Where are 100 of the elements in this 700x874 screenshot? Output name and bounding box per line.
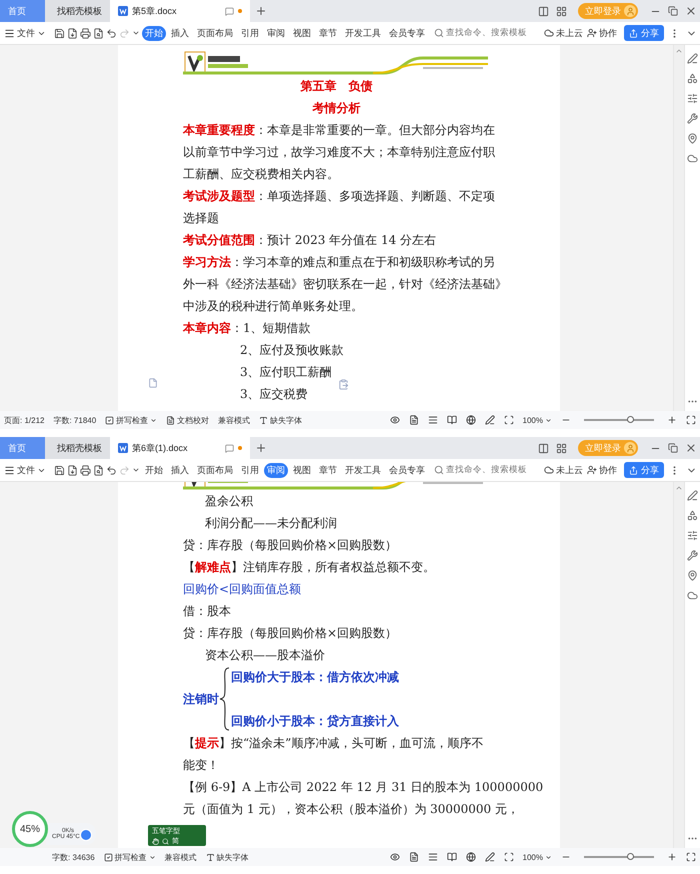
status-item[interactable]: 拼写检查 xyxy=(104,852,156,862)
cloud-button[interactable]: 未上云 xyxy=(544,464,583,476)
fullscreen-icon[interactable] xyxy=(686,852,696,862)
eye-icon[interactable] xyxy=(390,852,400,862)
print-icon[interactable] xyxy=(80,464,91,476)
ribbon-tab[interactable]: 开发工具 xyxy=(342,462,384,478)
new-tab-icon[interactable] xyxy=(255,442,267,454)
share-button[interactable]: 分享 xyxy=(624,25,664,41)
cloud-icon[interactable] xyxy=(687,153,698,164)
zoom-level[interactable]: 100% xyxy=(522,852,552,862)
user-plus-icon[interactable] xyxy=(587,465,597,475)
pin-icon[interactable] xyxy=(687,570,698,581)
undo-icon[interactable] xyxy=(106,464,117,476)
ribbon-tab[interactable]: 视图 xyxy=(290,26,314,40)
ribbon-tab[interactable]: 会员专享 xyxy=(386,26,428,40)
search-icon[interactable] xyxy=(434,465,444,475)
pen-icon[interactable] xyxy=(687,490,698,501)
fit-icon[interactable] xyxy=(504,852,514,862)
file-menu[interactable]: 文件 xyxy=(4,26,46,40)
outline-view-icon[interactable] xyxy=(428,415,438,425)
outline-view-icon[interactable] xyxy=(428,852,438,862)
search-field[interactable]: 查找命令、搜索模板 xyxy=(434,27,527,39)
print-icon[interactable] xyxy=(80,28,91,38)
new-tab-icon[interactable] xyxy=(255,5,267,17)
eye-icon[interactable] xyxy=(390,415,400,425)
layout-icon[interactable] xyxy=(538,6,548,16)
cloud-icon[interactable] xyxy=(544,28,554,38)
font-icon[interactable] xyxy=(259,416,268,424)
caret-icon[interactable] xyxy=(148,854,156,860)
fullscreen-icon[interactable] xyxy=(686,415,696,425)
collaborate-button[interactable]: 协作 xyxy=(587,464,617,476)
cloud-icon[interactable] xyxy=(687,590,698,601)
ribbon-tab[interactable]: 会员专享 xyxy=(386,462,428,478)
undo-icon[interactable] xyxy=(106,28,117,38)
ribbon-tab[interactable]: 引用 xyxy=(238,462,262,478)
reading-view-icon[interactable] xyxy=(446,852,457,862)
wrench-icon[interactable] xyxy=(687,113,698,124)
zoom-level[interactable]: 100% xyxy=(522,416,552,424)
shapes-icon[interactable] xyxy=(687,73,698,84)
menu-icon[interactable] xyxy=(4,464,15,476)
web-view-icon[interactable] xyxy=(466,415,476,425)
fit-icon[interactable] xyxy=(504,415,514,425)
zoom-in-icon[interactable] xyxy=(667,415,677,425)
chat-icon[interactable] xyxy=(225,444,234,452)
ribbon-tab[interactable]: 页面布局 xyxy=(194,462,236,478)
share-icon[interactable] xyxy=(629,466,638,474)
search-field[interactable]: 查找命令、搜索模板 xyxy=(434,464,527,476)
zoom-in-icon[interactable] xyxy=(667,852,677,862)
font-icon[interactable] xyxy=(206,852,215,862)
ribbon-tab[interactable]: 审阅 xyxy=(264,462,288,478)
caret-icon[interactable] xyxy=(150,416,158,424)
caret-icon[interactable] xyxy=(132,29,140,37)
checkbox-icon[interactable] xyxy=(104,852,113,862)
pin-icon[interactable] xyxy=(687,133,698,144)
status-item[interactable]: 拼写检查 xyxy=(105,414,158,426)
cloud-button[interactable]: 未上云 xyxy=(544,26,583,40)
pen-icon[interactable] xyxy=(687,53,698,64)
zoom-thumb[interactable] xyxy=(626,416,634,423)
file-menu[interactable]: 文件 xyxy=(4,464,46,476)
ribbon-tab[interactable]: 章节 xyxy=(316,462,340,478)
pen-icon[interactable] xyxy=(484,852,495,862)
save-icon[interactable] xyxy=(54,464,65,476)
ribbon-tab[interactable]: 审阅 xyxy=(264,26,288,40)
preview-icon[interactable] xyxy=(93,464,104,476)
zoom-thumb[interactable] xyxy=(626,853,634,860)
close-icon[interactable] xyxy=(685,442,697,454)
sliders-icon[interactable] xyxy=(687,530,698,541)
page-view-icon[interactable] xyxy=(408,852,419,862)
user-plus-icon[interactable] xyxy=(587,28,597,38)
caret-icon[interactable] xyxy=(545,416,552,424)
grid-icon[interactable] xyxy=(556,442,566,454)
caret-icon[interactable] xyxy=(545,854,552,860)
export-icon[interactable] xyxy=(67,464,78,476)
checkbox-icon[interactable] xyxy=(105,416,114,424)
collaborate-button[interactable]: 协作 xyxy=(587,26,617,40)
restore-icon[interactable] xyxy=(668,6,678,16)
menu-icon[interactable] xyxy=(4,28,15,38)
ribbon-tab[interactable]: 视图 xyxy=(290,462,314,478)
window-tab[interactable]: 第6章(1).docx xyxy=(110,437,250,459)
ribbon-tab[interactable]: 章节 xyxy=(316,26,340,40)
ribbon-tab[interactable]: 插入 xyxy=(168,26,192,40)
ribbon-tab[interactable]: 页面布局 xyxy=(194,26,236,40)
status-item[interactable]: 缺失字体 xyxy=(259,414,302,426)
export-icon[interactable] xyxy=(67,28,78,38)
scroll-up-icon[interactable] xyxy=(675,484,683,492)
document-icon[interactable] xyxy=(166,416,176,424)
close-icon[interactable] xyxy=(685,5,697,17)
hand-icon[interactable] xyxy=(152,838,159,844)
layout-icon[interactable] xyxy=(538,442,548,454)
page-view-icon[interactable] xyxy=(408,415,419,425)
pen-icon[interactable] xyxy=(484,415,495,425)
ribbon-tab[interactable]: 开始 xyxy=(142,462,166,478)
wrench-icon[interactable] xyxy=(687,550,698,561)
sliders-icon[interactable] xyxy=(687,93,698,104)
scroll-up-icon[interactable] xyxy=(675,47,683,55)
ribbon-tab[interactable]: 插入 xyxy=(168,462,192,478)
window-tab[interactable]: 找稻壳模板 xyxy=(45,437,110,459)
web-view-icon[interactable] xyxy=(466,852,476,862)
chat-icon[interactable] xyxy=(225,6,234,16)
window-tab[interactable]: 第5章.docx xyxy=(110,0,250,22)
